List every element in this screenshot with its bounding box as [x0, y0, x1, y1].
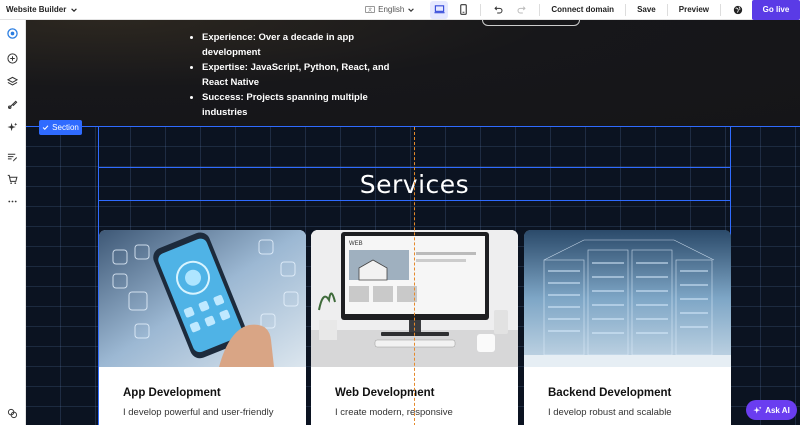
ask-ai-button[interactable]: Ask AI — [746, 400, 797, 420]
bullet-item: Expertise: JavaScript, Python, React, an… — [202, 60, 410, 90]
store-button[interactable] — [6, 173, 19, 186]
desktop-icon — [434, 5, 445, 14]
language-label: English — [378, 5, 405, 14]
chevron-down-icon — [408, 7, 415, 12]
divider — [539, 3, 541, 16]
save-button[interactable]: Save — [631, 5, 662, 14]
mobile-icon — [460, 4, 467, 15]
divider — [720, 3, 721, 16]
section-selection-badge[interactable]: Section — [39, 120, 82, 135]
undo-button[interactable] — [491, 3, 505, 17]
connect-domain-button[interactable]: Connect domain — [545, 5, 620, 14]
redo-icon — [517, 5, 527, 13]
section-badge-label: Section — [52, 123, 79, 132]
card-text: I create modern, responsive — [335, 407, 453, 418]
go-live-button[interactable]: Go live — [752, 0, 800, 20]
brand-label: Website Builder — [6, 5, 67, 14]
sparkles-icon — [7, 122, 18, 132]
backend-development-image — [524, 230, 731, 367]
about-section[interactable]: Experience: Over a decade in app develop… — [26, 20, 800, 126]
more-dots-icon — [8, 200, 17, 203]
preview-button[interactable]: Preview — [673, 5, 715, 14]
app-development-image — [99, 230, 306, 367]
more-button[interactable] — [6, 195, 19, 208]
divider — [666, 3, 668, 16]
services-section[interactable]: Services App Development I develop power… — [26, 126, 800, 425]
settings-button[interactable] — [6, 407, 19, 420]
card-title: Web Development — [335, 387, 435, 399]
layers-button[interactable] — [6, 75, 19, 88]
cart-icon — [7, 174, 18, 184]
card-text: I develop robust and scalable — [548, 407, 672, 418]
sparkles-icon — [753, 406, 762, 413]
chevron-down-icon — [71, 7, 78, 12]
bullet-item: Experience: Over a decade in app develop… — [202, 30, 410, 60]
globe-button[interactable] — [731, 3, 745, 17]
ai-logo-icon — [7, 28, 18, 39]
service-card-backend[interactable]: Backend Development I develop robust and… — [524, 230, 731, 425]
service-card-app[interactable]: App Development I develop powerful and u… — [99, 230, 306, 425]
add-element-button[interactable] — [6, 52, 19, 65]
desktop-view-button[interactable] — [430, 0, 449, 19]
left-sidebar — [0, 20, 26, 425]
layers-icon — [7, 76, 18, 86]
check-icon — [42, 125, 49, 131]
blog-button[interactable] — [6, 151, 19, 164]
language-flag-icon: 文 — [365, 6, 376, 13]
redo-button[interactable] — [515, 3, 529, 17]
card-title: App Development — [123, 387, 221, 399]
editor-canvas[interactable]: Experience: Over a decade in app develop… — [26, 20, 800, 425]
center-alignment-guide — [414, 127, 415, 425]
design-button[interactable] — [6, 98, 19, 111]
ai-tools-button[interactable] — [6, 121, 19, 134]
ai-logo-button[interactable] — [6, 27, 19, 40]
divider — [480, 3, 482, 16]
website-builder-menu[interactable]: Website Builder — [0, 5, 78, 14]
mobile-view-button[interactable] — [454, 1, 472, 19]
card-text: I develop powerful and user-friendly — [123, 407, 274, 418]
about-bullet-list: Experience: Over a decade in app develop… — [190, 30, 410, 120]
add-circle-icon — [7, 53, 18, 64]
ask-ai-label: Ask AI — [765, 405, 790, 415]
brush-icon — [8, 100, 18, 109]
card-title: Backend Development — [548, 387, 672, 399]
globe-icon — [733, 5, 743, 14]
button-outline[interactable] — [482, 20, 580, 26]
bullet-item: Success: Projects spanning multiple indu… — [202, 90, 410, 120]
palette-icon — [7, 408, 18, 419]
top-toolbar: Website Builder 文 English Connect domain… — [0, 0, 800, 20]
language-selector[interactable]: 文 English — [365, 5, 415, 14]
undo-icon — [494, 5, 503, 13]
edit-list-icon — [7, 153, 18, 162]
svg-text:WEB: WEB — [349, 241, 363, 247]
divider — [625, 3, 627, 16]
